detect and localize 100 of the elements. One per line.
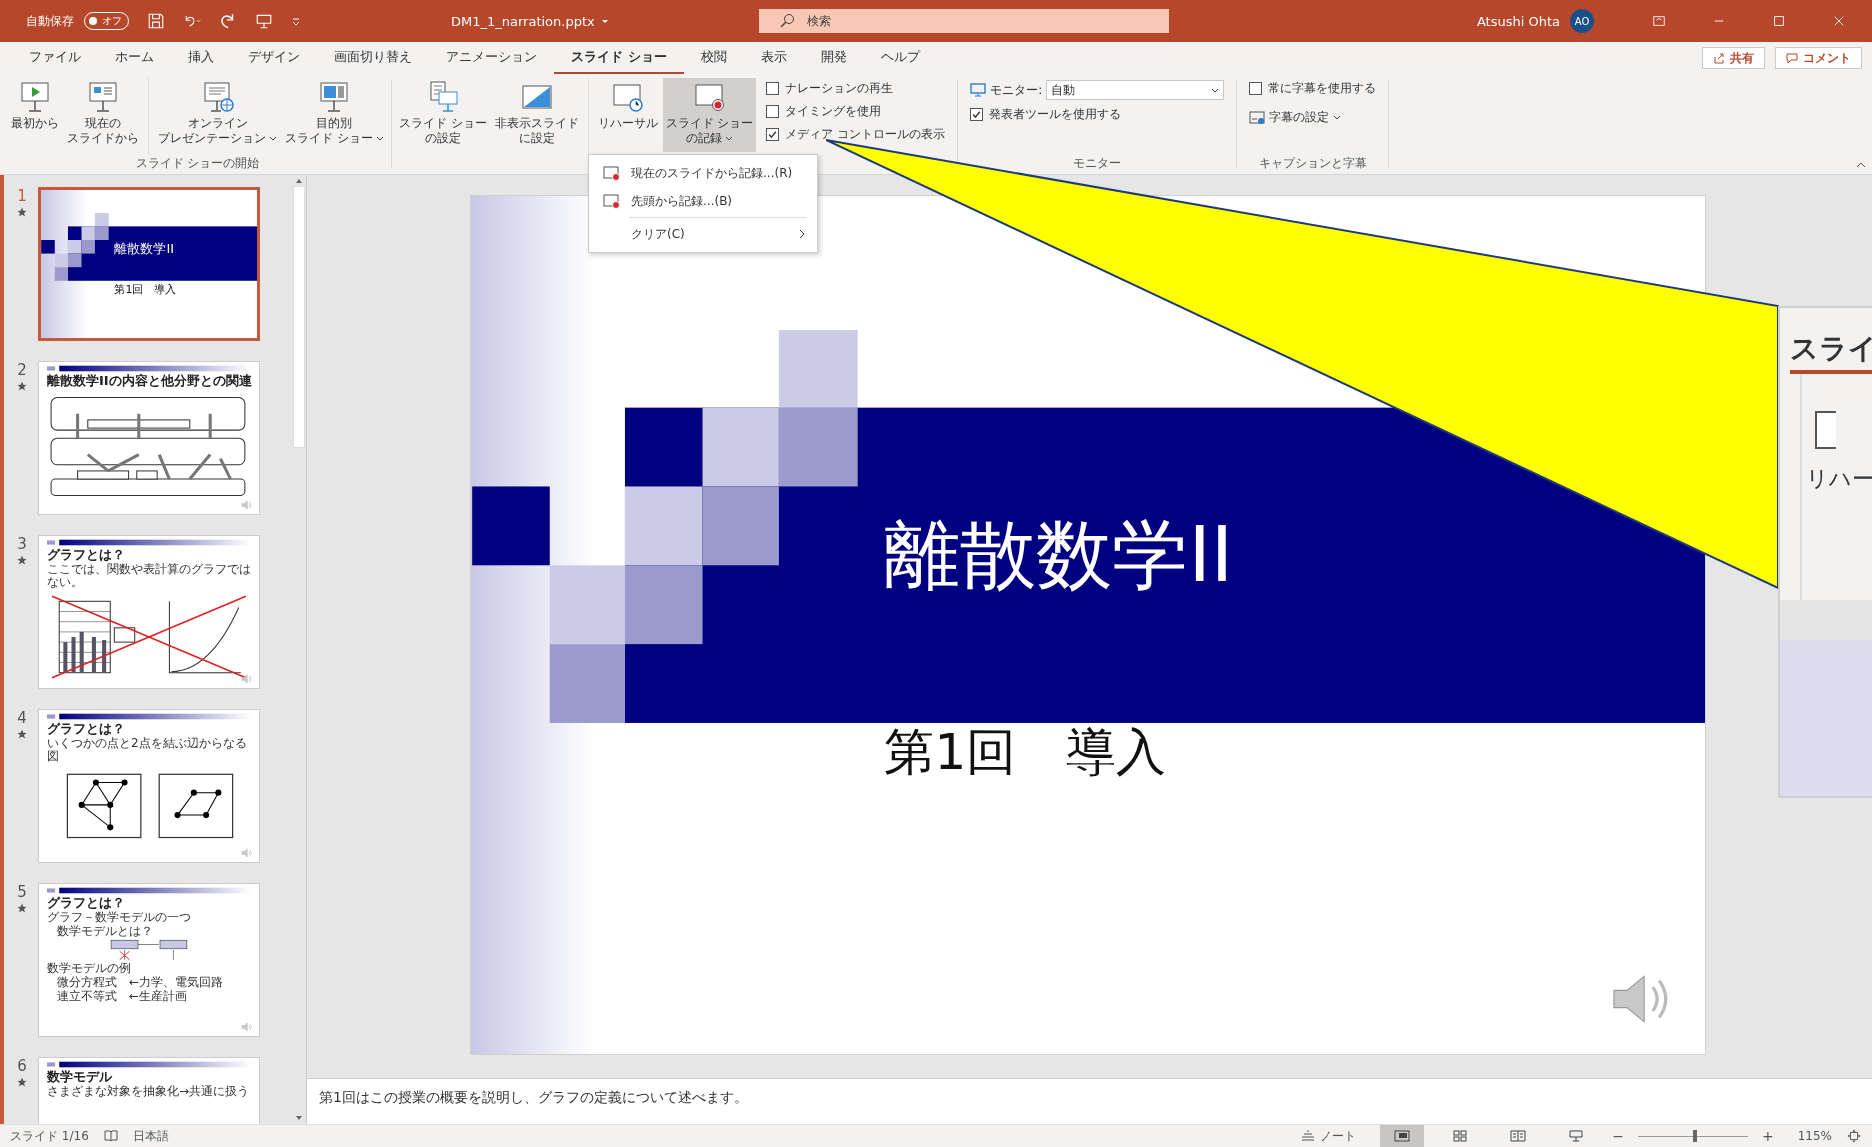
file-name[interactable]: DM1_1_narration.pptx xyxy=(451,13,595,29)
ribbon-tab[interactable]: 校閲 xyxy=(683,41,744,75)
slide-thumbnail[interactable]: 数学モデル さまざまな対象を抽象化→共通に扱う xyxy=(38,1057,260,1124)
ribbon-tab[interactable]: アニメーション xyxy=(429,41,554,75)
monitor-icon xyxy=(970,83,987,97)
autosave-label: 自動保存 xyxy=(26,12,74,30)
group-label: モニター xyxy=(1073,155,1122,172)
caret-icon xyxy=(1333,115,1342,120)
ribbon-tab[interactable]: 表示 xyxy=(743,41,804,75)
play-screen-icon xyxy=(18,80,52,114)
slide-title[interactable]: 離散数学II xyxy=(884,504,1234,608)
ribbon-tab[interactable]: 挿入 xyxy=(171,41,231,75)
comment-button[interactable]: コメント xyxy=(1775,47,1862,69)
speaker-icon xyxy=(241,1022,253,1032)
scrollbar-thumb[interactable] xyxy=(293,186,305,448)
book-icon[interactable] xyxy=(102,1129,119,1143)
checkbox-box[interactable] xyxy=(970,108,984,121)
ribbon-tab[interactable]: ホーム xyxy=(98,41,171,75)
ribbon-display-icon[interactable] xyxy=(1652,14,1666,28)
ribbon-button[interactable]: 非表示スライド に設定 xyxy=(491,78,582,152)
monitor-dropdown[interactable]: 自動 xyxy=(1046,80,1225,100)
ribbon-tab[interactable]: ヘルプ xyxy=(863,41,937,75)
slide-subtitle[interactable]: 第1回 導入 xyxy=(884,719,1167,787)
caption-settings-icon xyxy=(1249,110,1266,125)
search-field[interactable]: 検索 xyxy=(758,9,1169,33)
save-icon[interactable] xyxy=(147,12,165,30)
checkbox[interactable]: ナレーションの再生 xyxy=(766,80,946,97)
slide-subtitle: 第1回 導入 xyxy=(114,281,177,297)
checkbox[interactable]: 常に字幕を使用する xyxy=(1249,80,1377,97)
caret-icon[interactable] xyxy=(600,18,609,24)
scroll-down-icon[interactable] xyxy=(295,1115,303,1121)
group-label: キャプションと字幕 xyxy=(1258,155,1367,172)
ribbon-button[interactable]: オンライン プレゼンテーション xyxy=(155,78,280,152)
bullet-text: 数学モデルとは？ xyxy=(56,925,154,938)
zoom-in-button[interactable]: + xyxy=(1761,1128,1774,1144)
zoom-slider-thumb[interactable] xyxy=(1693,1130,1698,1142)
notes-button[interactable]: ノート xyxy=(1300,1127,1357,1145)
bullet-text: 連立不等式 ←生産計画 xyxy=(56,990,189,1003)
callout-button-label: リハー xyxy=(1806,465,1872,493)
checkbox[interactable]: 発表者ツールを使用する xyxy=(970,106,1225,123)
slide-counter: スライド 1/16 xyxy=(10,1127,89,1145)
chart-bar xyxy=(91,637,96,673)
slide-title: 離散数学IIの内容と他分野との関連 xyxy=(47,373,251,388)
notes-pane[interactable]: 第1回はこの授業の概要を説明し、グラフの定義について述べます。 xyxy=(307,1078,1872,1124)
user-avatar[interactable]: AO xyxy=(1570,9,1594,33)
zoom-out-button[interactable]: − xyxy=(1612,1128,1624,1144)
bullet-text: いくつかの点と2点を結ぶ辺からなる図 xyxy=(47,737,248,763)
maximize-icon[interactable] xyxy=(1772,14,1786,28)
speaker-icon xyxy=(241,500,253,510)
ribbon-tab[interactable]: ファイル xyxy=(12,41,98,75)
ribbon-button[interactable]: 現在の スライドから xyxy=(64,78,142,152)
checkbox[interactable]: メディア コントロールの表示 xyxy=(766,126,946,143)
slide-thumbnail[interactable]: グラフとは？ グラフ－数学モデルの一つ 数学モデルとは？ 数学モデルの例 微分方程式 ←力学、電気回路 連立不等式 ←生産計画 xyxy=(38,883,260,1037)
user-name: Atsushi Ohta xyxy=(1476,13,1560,29)
zoom-level[interactable]: 115% xyxy=(1797,1129,1832,1143)
slide-thumbnail[interactable]: 離散数学IIの内容と他分野との関連 xyxy=(38,361,260,515)
view-button[interactable] xyxy=(1380,1125,1425,1147)
slide-number: 6 xyxy=(17,1057,27,1075)
checkbox-box[interactable] xyxy=(766,128,780,141)
menu-item[interactable]: 先頭から記録...(B) xyxy=(589,187,817,215)
chart-bar xyxy=(71,637,76,673)
chevron-right-icon xyxy=(799,229,805,239)
ribbon-tab[interactable]: デザイン xyxy=(231,41,317,75)
ribbon-button[interactable]: 目的別 スライド ショー xyxy=(282,78,387,152)
ribbon-tab[interactable]: 画面切り替え xyxy=(317,41,429,75)
checkbox-box[interactable] xyxy=(1249,82,1263,95)
close-icon[interactable] xyxy=(1832,14,1846,28)
checkbox-box[interactable] xyxy=(766,105,780,118)
menu-item[interactable]: 現在のスライドから記録...(R) xyxy=(589,159,817,187)
share-button[interactable]: 共有 xyxy=(1702,47,1765,69)
slide-thumbnail[interactable]: グラフとは？ ここでは、関数や表計算のグラフではない。 xyxy=(38,535,260,689)
slide-thumbnail[interactable]: グラフとは？ いくつかの点と2点を結ぶ辺からなる図 xyxy=(38,709,260,863)
slide-title: 数学モデル xyxy=(47,1069,113,1084)
monitor-label: モニター: xyxy=(990,81,1043,99)
ribbon-button[interactable]: リハーサル xyxy=(594,78,661,152)
scroll-up-icon[interactable] xyxy=(295,178,303,184)
ribbon-tab[interactable]: 開発 xyxy=(803,41,864,75)
menu-item[interactable]: クリア(C) xyxy=(589,220,817,248)
caption-settings-button[interactable]: 字幕の設定 xyxy=(1249,109,1377,126)
fit-to-window-icon[interactable] xyxy=(1846,1129,1862,1143)
collapse-ribbon-icon[interactable] xyxy=(1856,162,1866,168)
checkbox-box[interactable] xyxy=(766,82,780,95)
normal-view-icon xyxy=(1394,1129,1411,1143)
ribbon-button[interactable]: スライド ショー の設定 xyxy=(395,78,490,152)
notes-text: 第1回はこの授業の概要を説明し、グラフの定義について述べます。 xyxy=(319,1089,748,1105)
slide-title: グラフとは？ xyxy=(47,547,126,562)
checkmark-icon xyxy=(767,129,779,140)
slide-title: グラフとは？ xyxy=(47,895,126,910)
checkbox[interactable]: タイミングを使用 xyxy=(766,103,946,120)
grid-view-icon xyxy=(1452,1129,1469,1143)
ribbon-button[interactable]: スライド ショー の記録 xyxy=(662,78,757,152)
language-label[interactable]: 日本語 xyxy=(132,1127,169,1145)
bullet-text: 数学モデルの例 xyxy=(47,962,132,975)
record-screen-icon xyxy=(603,165,621,181)
presentation-icon[interactable] xyxy=(255,12,273,30)
group-label: スライド ショーの開始 xyxy=(135,155,260,172)
chart-legend xyxy=(113,627,136,643)
slide-thumbnail[interactable]: 離散数学II 第1回 導入 xyxy=(38,187,260,341)
slide-number: 5 xyxy=(17,883,27,901)
ribbon-button[interactable]: 最初から xyxy=(8,78,62,152)
